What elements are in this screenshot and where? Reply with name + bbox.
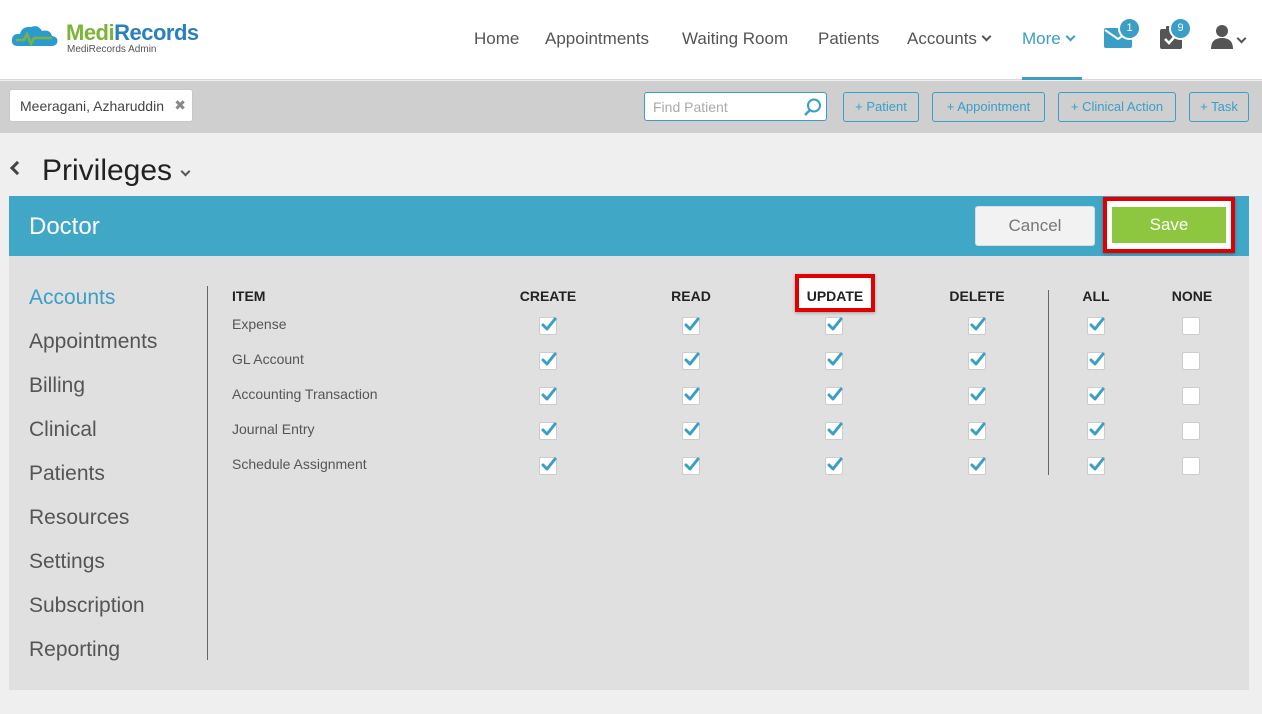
delete-checkbox[interactable] <box>968 352 986 370</box>
row-item-label: Journal Entry <box>232 421 315 437</box>
delete-checkbox[interactable] <box>968 387 986 405</box>
sidebar-item-resources[interactable]: Resources <box>29 506 129 530</box>
read-checkbox[interactable] <box>682 457 700 475</box>
top-navbar: MediRecords MediRecords Admin Home Appoi… <box>0 0 1262 80</box>
update-checkbox[interactable] <box>825 387 843 405</box>
sidebar-item-subscription[interactable]: Subscription <box>29 594 145 618</box>
add-appointment-button[interactable]: + Appointment <box>932 92 1045 122</box>
none-checkbox[interactable] <box>1182 317 1200 335</box>
all-checkbox[interactable] <box>1087 422 1105 440</box>
save-highlight-box: Save <box>1103 197 1235 253</box>
row-item-label: Expense <box>232 316 287 332</box>
add-clinical-action-button[interactable]: + Clinical Action <box>1058 92 1176 122</box>
sidebar-item-settings[interactable]: Settings <box>29 550 105 574</box>
nav-accounts[interactable]: Accounts <box>907 29 992 49</box>
update-checkbox[interactable] <box>825 352 843 370</box>
nav-more-label: More <box>1022 29 1061 48</box>
find-patient-input[interactable] <box>645 93 795 120</box>
nav-more[interactable]: More <box>1022 29 1076 49</box>
all-checkbox[interactable] <box>1087 317 1105 335</box>
role-name: Doctor <box>29 213 100 240</box>
role-header: Doctor Cancel Save <box>9 196 1249 256</box>
column-header-all: ALL <box>1082 288 1110 304</box>
sidebar-item-appointments[interactable]: Appointments <box>29 330 157 354</box>
all-checkbox[interactable] <box>1087 457 1105 475</box>
column-header-delete: DELETE <box>949 288 1005 304</box>
row-item-label: Accounting Transaction <box>232 386 378 402</box>
update-checkbox[interactable] <box>825 457 843 475</box>
column-header-item: ITEM <box>232 288 266 304</box>
nav-waiting-room[interactable]: Waiting Room <box>682 29 788 49</box>
row-item-label: Schedule Assignment <box>232 456 367 472</box>
row-item-label: GL Account <box>232 351 304 367</box>
none-checkbox[interactable] <box>1182 457 1200 475</box>
close-icon[interactable]: ✖ <box>174 97 186 114</box>
column-header-update: UPDATE <box>806 288 864 304</box>
column-header-create: CREATE <box>519 288 577 304</box>
all-checkbox[interactable] <box>1087 387 1105 405</box>
update-checkbox[interactable] <box>825 422 843 440</box>
sidebar-item-accounts[interactable]: Accounts <box>29 286 115 310</box>
chevron-down-icon <box>1236 33 1247 44</box>
chevron-down-icon[interactable] <box>180 166 191 177</box>
cloud-logo-icon <box>11 26 58 48</box>
save-button[interactable]: Save <box>1112 207 1226 243</box>
all-checkbox[interactable] <box>1087 352 1105 370</box>
mail-count-badge: 1 <box>1118 17 1141 40</box>
update-highlight-box: UPDATE <box>795 274 875 312</box>
read-checkbox[interactable] <box>682 422 700 440</box>
sidebar-item-reporting[interactable]: Reporting <box>29 638 120 662</box>
sidebar-divider <box>207 286 208 660</box>
none-checkbox[interactable] <box>1182 352 1200 370</box>
brand-subtitle: MediRecords Admin <box>67 44 157 55</box>
nav-home[interactable]: Home <box>474 29 519 49</box>
nav-accounts-label: Accounts <box>907 29 977 48</box>
sidebar-item-patients[interactable]: Patients <box>29 462 105 486</box>
user-menu[interactable] <box>1211 24 1247 54</box>
brand-logo[interactable]: MediRecords MediRecords Admin <box>10 22 199 55</box>
none-checkbox[interactable] <box>1182 422 1200 440</box>
read-checkbox[interactable] <box>682 352 700 370</box>
sidebar-item-billing[interactable]: Billing <box>29 374 85 398</box>
selected-patient-chip[interactable]: Meeragani, Azharuddin ✖ <box>9 89 193 122</box>
delete-checkbox[interactable] <box>968 422 986 440</box>
chevron-down-icon <box>1065 31 1076 42</box>
delete-checkbox[interactable] <box>968 457 986 475</box>
column-header-none: NONE <box>1171 288 1213 304</box>
mail-button[interactable]: 1 <box>1104 17 1141 53</box>
create-checkbox[interactable] <box>539 387 557 405</box>
chevron-down-icon <box>981 31 992 42</box>
find-patient-box[interactable] <box>644 92 827 121</box>
column-header-read: READ <box>671 288 711 304</box>
update-checkbox[interactable] <box>825 317 843 335</box>
add-task-button[interactable]: + Task <box>1189 92 1249 122</box>
search-icon[interactable] <box>804 98 822 116</box>
nav-patients[interactable]: Patients <box>818 29 879 49</box>
delete-checkbox[interactable] <box>968 317 986 335</box>
read-checkbox[interactable] <box>682 387 700 405</box>
page-footer-strip <box>0 690 1262 714</box>
user-icon <box>1211 25 1233 49</box>
brand-name-part1: Medi <box>66 20 115 45</box>
none-checkbox[interactable] <box>1182 387 1200 405</box>
tasks-button[interactable]: 9 <box>1159 17 1192 55</box>
create-checkbox[interactable] <box>539 317 557 335</box>
read-checkbox[interactable] <box>682 317 700 335</box>
create-checkbox[interactable] <box>539 422 557 440</box>
create-checkbox[interactable] <box>539 457 557 475</box>
selected-patient-name: Meeragani, Azharuddin <box>20 98 164 114</box>
tasks-count-badge: 9 <box>1169 17 1192 40</box>
page-title: Privileges <box>42 154 173 187</box>
back-chevron-icon[interactable] <box>9 160 25 176</box>
column-divider <box>1048 290 1049 475</box>
nav-appointments[interactable]: Appointments <box>545 29 649 49</box>
brand-name-part2: Records <box>114 20 199 45</box>
create-checkbox[interactable] <box>539 352 557 370</box>
active-nav-indicator <box>1022 77 1082 80</box>
privileges-panel: Accounts Appointments Billing Clinical P… <box>9 256 1249 690</box>
cancel-button[interactable]: Cancel <box>975 206 1095 246</box>
add-patient-button[interactable]: + Patient <box>843 92 919 122</box>
sidebar-item-clinical[interactable]: Clinical <box>29 418 97 442</box>
patient-toolbar: Meeragani, Azharuddin ✖ + Patient + Appo… <box>0 81 1262 133</box>
